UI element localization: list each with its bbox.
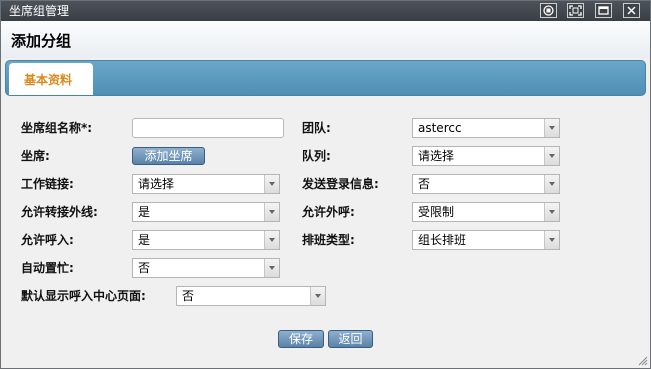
title-bar[interactable]: 坐席组管理 [1, 1, 650, 21]
group-name-input[interactable] [132, 118, 284, 138]
close-icon[interactable] [623, 3, 640, 18]
chevron-down-icon[interactable] [264, 175, 279, 193]
allow-outbound-label: 允许外呼: [302, 205, 355, 219]
allow-inbound-value: 是 [138, 233, 151, 247]
allow-transfer-select[interactable]: 是 [132, 202, 280, 222]
window-title: 坐席组管理 [9, 4, 70, 18]
save-button[interactable]: 保存 [278, 330, 324, 348]
target-icon[interactable] [540, 3, 557, 18]
allow-inbound-label: 允许呼入: [21, 233, 74, 247]
tab-basic-info[interactable]: 基本资料 [9, 63, 93, 95]
work-link-value: 请选择 [138, 177, 175, 191]
chevron-down-icon[interactable] [264, 259, 279, 277]
queue-value: 请选择 [418, 149, 455, 163]
group-name-label: 坐席组名称*: [21, 121, 93, 135]
tab-label: 基本资料 [24, 73, 73, 87]
tab-bar: 基本资料 [5, 60, 646, 96]
allow-transfer-label: 允许转接外线: [21, 205, 98, 219]
auto-busy-value: 否 [138, 261, 151, 275]
chevron-down-icon[interactable] [310, 287, 325, 305]
send-login-value: 否 [418, 177, 431, 191]
chevron-down-icon[interactable] [264, 203, 279, 221]
dialog-window: 坐席组管理 添加分组 基本资料 坐席组名称*: 坐席: 添加坐席 工作链接: 请… [0, 0, 651, 369]
auto-busy-label: 自动置忙: [21, 261, 74, 275]
fullscreen-icon[interactable] [567, 3, 584, 18]
page-header: 添加分组 [1, 21, 650, 58]
chevron-down-icon[interactable] [544, 119, 559, 137]
chevron-down-icon[interactable] [544, 231, 559, 249]
chevron-down-icon[interactable] [264, 231, 279, 249]
queue-label: 队列: [302, 149, 331, 163]
queue-select[interactable]: 请选择 [412, 146, 560, 166]
auto-busy-select[interactable]: 否 [132, 258, 280, 278]
window-icon[interactable] [595, 3, 612, 18]
resize-grip-icon[interactable] [638, 356, 648, 366]
back-button[interactable]: 返回 [328, 330, 373, 348]
allow-transfer-value: 是 [138, 205, 151, 219]
work-link-label: 工作链接: [21, 177, 74, 191]
chevron-down-icon[interactable] [544, 147, 559, 165]
team-label: 团队: [302, 121, 331, 135]
allow-outbound-value: 受限制 [418, 205, 455, 219]
send-login-select[interactable]: 否 [412, 174, 560, 194]
send-login-label: 发送登录信息: [302, 177, 379, 191]
allow-inbound-select[interactable]: 是 [132, 230, 280, 250]
default-show-label: 默认显示呼入中心页面: [21, 289, 146, 303]
default-show-select[interactable]: 否 [176, 286, 326, 306]
page-title: 添加分组 [11, 32, 72, 50]
chevron-down-icon[interactable] [544, 175, 559, 193]
schedule-type-label: 排班类型: [302, 233, 355, 247]
add-agent-button[interactable]: 添加坐席 [132, 147, 205, 165]
agent-label: 坐席: [21, 149, 50, 163]
schedule-type-select[interactable]: 组长排班 [412, 230, 560, 250]
team-select[interactable]: astercc [412, 118, 560, 138]
team-value: astercc [418, 121, 462, 135]
work-link-select[interactable]: 请选择 [132, 174, 280, 194]
schedule-type-value: 组长排班 [418, 233, 467, 247]
allow-outbound-select[interactable]: 受限制 [412, 202, 560, 222]
default-show-value: 否 [182, 289, 195, 303]
chevron-down-icon[interactable] [544, 203, 559, 221]
